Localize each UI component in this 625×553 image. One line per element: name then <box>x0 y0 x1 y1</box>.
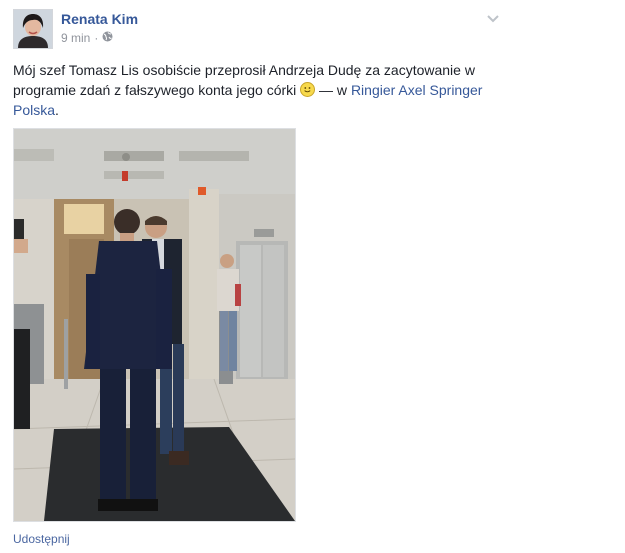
avatar[interactable] <box>13 9 53 49</box>
chevron-down-icon[interactable] <box>486 11 500 23</box>
post-text-end: . <box>55 102 59 118</box>
globe-icon[interactable] <box>102 31 113 45</box>
share-link[interactable]: Udostępnij <box>13 532 70 546</box>
post-timestamp[interactable]: 9 min <box>61 31 90 45</box>
post-text-place-prefix: — w <box>315 82 351 98</box>
author-name-link[interactable]: Renata Kim <box>61 11 138 27</box>
post-photo[interactable] <box>13 128 296 522</box>
meta-separator: · <box>94 31 99 45</box>
post-meta: 9 min · <box>61 31 113 45</box>
post-text: Mój szef Tomasz Lis osobiście przeprosił… <box>13 60 493 120</box>
smiley-icon <box>300 82 316 97</box>
